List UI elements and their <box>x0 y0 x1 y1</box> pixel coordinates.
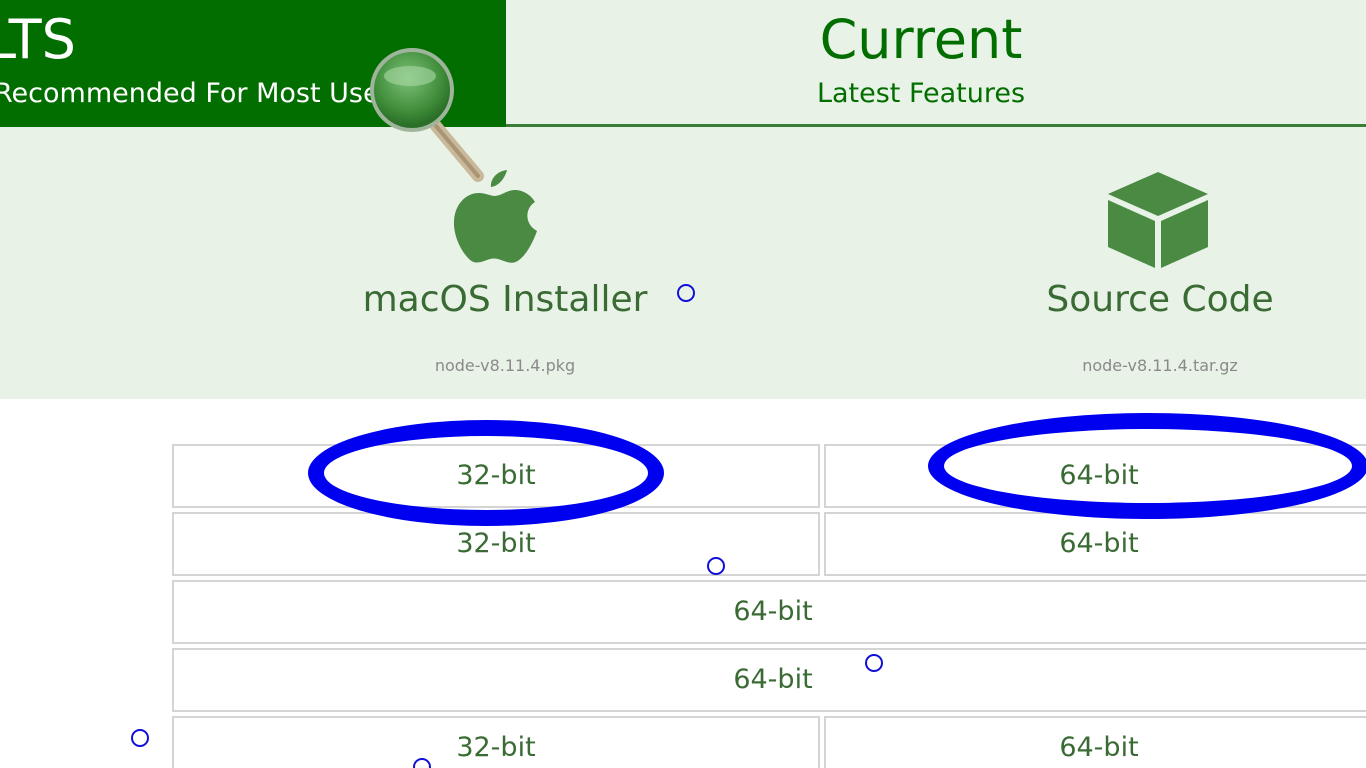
tab-current[interactable]: Current Latest Features <box>506 0 1366 127</box>
macos-installer-filename: node-v8.11.4.pkg <box>434 356 576 375</box>
annotation-ring <box>131 729 149 747</box>
magnifier-icon <box>370 48 484 182</box>
annotation-ellipse <box>308 420 664 526</box>
arch-button-64bit[interactable]: 64-bit <box>824 512 1366 576</box>
arch-button-64bit[interactable]: 64-bit <box>824 716 1366 768</box>
macos-installer-label: macOS Installer <box>362 279 648 320</box>
tab-current-subtitle: Latest Features <box>816 78 1026 109</box>
tab-current-title: Current <box>819 8 1023 71</box>
arch-button-32bit[interactable]: 32-bit <box>172 716 820 768</box>
source-code-filename: node-v8.11.4.tar.gz <box>1082 356 1238 375</box>
arch-button-64bit[interactable]: 64-bit <box>172 580 1366 644</box>
annotation-ellipse <box>928 413 1366 519</box>
annotation-ring <box>865 654 883 672</box>
source-code-label: Source Code <box>1046 279 1274 320</box>
annotation-ring <box>707 557 725 575</box>
arch-button-64bit[interactable]: 64-bit <box>172 648 1366 712</box>
cube-icon <box>1108 172 1208 268</box>
annotation-ring <box>677 284 695 302</box>
tab-lts-title: LTS <box>0 8 76 71</box>
tab-lts-subtitle: Recommended For Most Users <box>0 78 405 109</box>
